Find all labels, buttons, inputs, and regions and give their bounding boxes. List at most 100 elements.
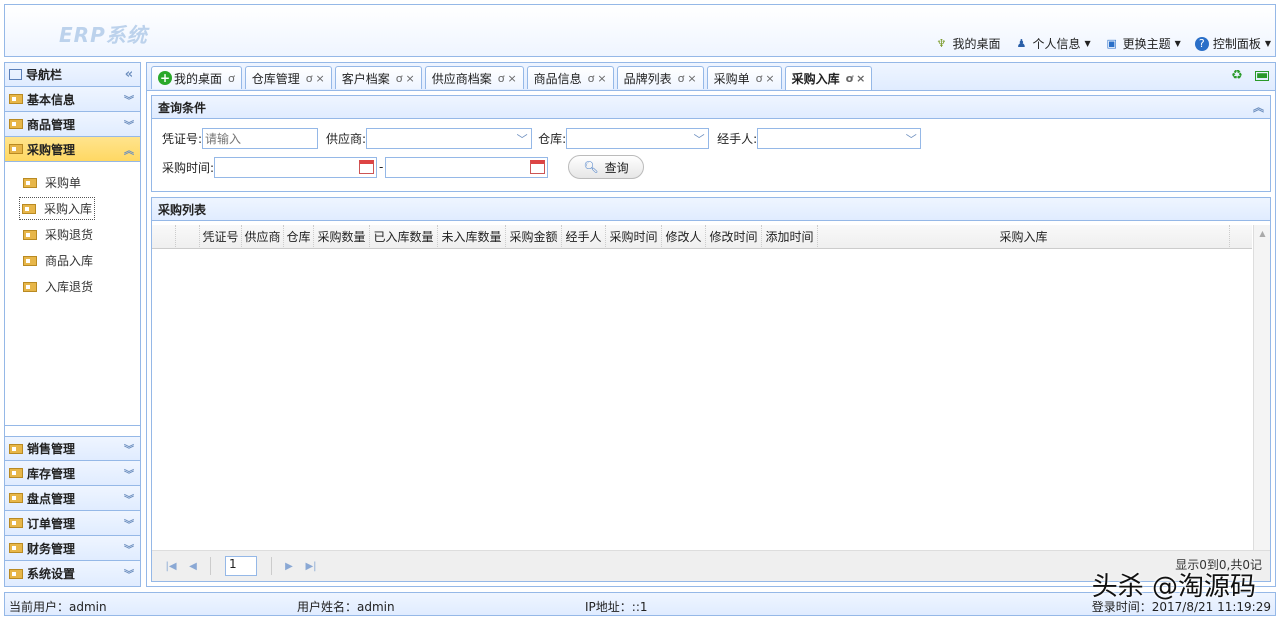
personal-info-menu[interactable]: ♟ 个人信息 ▼ bbox=[1014, 35, 1091, 52]
sidebar-group-stocktake[interactable]: 盘点管理 ︾ bbox=[5, 486, 140, 511]
refresh-icon[interactable]: ơ bbox=[588, 72, 595, 85]
list-panel-header: 采购列表 bbox=[151, 197, 1271, 221]
column-header[interactable]: 未入库数量 bbox=[438, 225, 506, 249]
theme-icon: ▣ bbox=[1106, 36, 1117, 50]
close-icon[interactable]: × bbox=[765, 72, 774, 85]
supplier-label: 供应商: bbox=[326, 132, 367, 146]
start-date-input[interactable] bbox=[214, 156, 378, 178]
personal-info-label: 个人信息 bbox=[1032, 37, 1081, 51]
next-page-icon[interactable]: ▶ bbox=[278, 561, 300, 572]
query-row-2: 采购时间: - 🔍︎ 查询 bbox=[162, 155, 644, 179]
card-icon bbox=[23, 177, 37, 188]
sidebar-group-goods[interactable]: 商品管理 ︾ bbox=[5, 112, 140, 137]
handler-select[interactable]: ﹀ bbox=[757, 128, 922, 149]
warehouse-select[interactable]: ﹀ bbox=[566, 128, 710, 149]
column-header[interactable]: 供应商 bbox=[242, 225, 284, 249]
group-label: 销售管理 bbox=[27, 442, 76, 456]
column-header[interactable]: 修改时间 bbox=[706, 225, 762, 249]
watermark: 头杀 @淘源码 bbox=[1091, 572, 1256, 602]
collapse-up-icon[interactable]: ︽ bbox=[1253, 99, 1264, 115]
close-icon[interactable]: × bbox=[856, 72, 865, 85]
card-icon bbox=[9, 518, 23, 528]
add-icon: + bbox=[158, 71, 172, 85]
page-number-input[interactable]: 1 bbox=[225, 556, 257, 576]
column-header[interactable]: 经手人 bbox=[562, 225, 606, 249]
voucher-input[interactable] bbox=[202, 128, 319, 149]
change-theme-label: 更换主题 bbox=[1122, 37, 1171, 51]
sidebar-item-purchase-inbound[interactable]: 采购入库 bbox=[19, 197, 95, 220]
sidebar-item-purchase-return[interactable]: 采购退货 bbox=[19, 223, 130, 246]
tab-customer[interactable]: 客户档案 ơ × bbox=[334, 66, 422, 89]
last-page-icon[interactable]: ▶| bbox=[300, 561, 322, 572]
search-button[interactable]: 🔍︎ 查询 bbox=[568, 155, 644, 179]
sidebar-group-settings[interactable]: 系统设置 ︾ bbox=[5, 561, 140, 586]
column-header[interactable]: 采购数量 bbox=[314, 225, 370, 249]
sidebar-group-finance[interactable]: 财务管理 ︾ bbox=[5, 536, 140, 561]
sidebar-group-sales[interactable]: 销售管理 ︾ bbox=[5, 436, 140, 461]
column-header[interactable]: 采购时间 bbox=[606, 225, 662, 249]
my-desktop-link[interactable]: ♆ 我的桌面 bbox=[934, 35, 1001, 52]
tab-my-desktop[interactable]: + 我的桌面 ơ bbox=[151, 66, 242, 89]
refresh-all-icon[interactable]: ♻ bbox=[1229, 68, 1245, 84]
pager-divider bbox=[210, 557, 211, 575]
date-separator: - bbox=[379, 160, 384, 174]
sidebar-item-goods-inbound[interactable]: 商品入库 bbox=[19, 249, 130, 272]
tab-warehouse[interactable]: 仓库管理 ơ × bbox=[244, 66, 332, 89]
refresh-icon[interactable]: ơ bbox=[498, 72, 505, 85]
group-label: 商品管理 bbox=[27, 117, 76, 132]
refresh-icon[interactable]: ơ bbox=[306, 72, 313, 85]
tab-brand[interactable]: 品牌列表 ơ × bbox=[616, 66, 704, 89]
card-icon bbox=[9, 493, 23, 503]
column-header[interactable]: 添加时间 bbox=[762, 225, 818, 249]
control-panel-menu[interactable]: ? 控制面板 ▼ bbox=[1194, 35, 1271, 52]
sidebar-group-inventory[interactable]: 库存管理 ︾ bbox=[5, 461, 140, 486]
close-icon[interactable]: × bbox=[687, 72, 696, 85]
tab-label: 品牌列表 bbox=[623, 71, 672, 86]
group-label: 财务管理 bbox=[27, 541, 76, 556]
purchase-time-label: 采购时间: bbox=[162, 160, 215, 175]
minimize-icon[interactable]: ▬ bbox=[1255, 69, 1269, 82]
column-header[interactable]: 采购金额 bbox=[506, 225, 562, 249]
refresh-icon[interactable]: ơ bbox=[846, 72, 854, 85]
calendar-icon[interactable] bbox=[359, 159, 375, 174]
checkbox-header[interactable] bbox=[176, 225, 200, 249]
collapse-left-icon[interactable]: « bbox=[122, 67, 136, 82]
group-label: 基本信息 bbox=[27, 92, 76, 107]
top-menu: ♆ 我的桌面 ♟ 个人信息 ▼ ▣ 更换主题 ▼ ? 控制面板 ▼ bbox=[934, 35, 1271, 52]
scroll-up-icon[interactable]: ▲ bbox=[1254, 225, 1271, 242]
tab-purchase-inbound[interactable]: 采购入库 ơ × bbox=[784, 66, 873, 90]
expand-icon: ︾ bbox=[124, 570, 134, 581]
column-header[interactable]: 仓库 bbox=[284, 225, 314, 249]
sidebar-item-inbound-return[interactable]: 入库退货 bbox=[19, 275, 130, 298]
close-icon[interactable]: × bbox=[597, 72, 606, 85]
status-bar: 当前用户：admin 用户姓名：admin IP地址：::1 登录时间：2017… bbox=[4, 592, 1276, 616]
collapse-icon: ︽ bbox=[124, 145, 134, 157]
close-icon[interactable]: × bbox=[316, 72, 325, 85]
sidebar-group-purchase[interactable]: 采购管理 ︽ bbox=[5, 137, 140, 162]
query-panel-header: 查询条件 ︽ bbox=[151, 95, 1271, 119]
calendar-icon[interactable] bbox=[530, 159, 546, 174]
tab-goods[interactable]: 商品信息 ơ × bbox=[526, 66, 614, 89]
close-icon[interactable]: × bbox=[507, 72, 516, 85]
sidebar-item-purchase-order[interactable]: 采购单 bbox=[19, 171, 130, 194]
close-icon[interactable]: × bbox=[405, 72, 414, 85]
sidebar-group-basic-info[interactable]: 基本信息 ︾ bbox=[5, 87, 140, 112]
refresh-icon[interactable]: ơ bbox=[678, 72, 685, 85]
column-header[interactable]: 修改人 bbox=[662, 225, 706, 249]
tab-supplier[interactable]: 供应商档案 ơ × bbox=[424, 66, 524, 89]
refresh-icon[interactable]: ơ bbox=[228, 72, 235, 85]
column-header[interactable]: 采购入库 bbox=[818, 225, 1230, 249]
tab-purchase-order[interactable]: 采购单 ơ × bbox=[706, 66, 782, 89]
tab-strip: + 我的桌面 ơ 仓库管理 ơ × 客户档案 ơ × 供应商档案 ơ × 商品信息 ơ… bbox=[151, 66, 873, 90]
column-header[interactable]: 凭证号 bbox=[200, 225, 242, 249]
vertical-scrollbar[interactable]: ▲ bbox=[1253, 225, 1270, 554]
refresh-icon[interactable]: ơ bbox=[756, 72, 763, 85]
first-page-icon[interactable]: |◀ bbox=[160, 561, 182, 572]
sidebar-group-orders[interactable]: 订单管理 ︾ bbox=[5, 511, 140, 536]
refresh-icon[interactable]: ơ bbox=[396, 72, 403, 85]
supplier-select[interactable]: ﹀ bbox=[366, 128, 533, 149]
end-date-input[interactable] bbox=[385, 156, 549, 178]
prev-page-icon[interactable]: ◀ bbox=[182, 561, 204, 572]
change-theme-menu[interactable]: ▣ 更换主题 ▼ bbox=[1105, 35, 1180, 52]
column-header[interactable]: 已入库数量 bbox=[370, 225, 438, 249]
